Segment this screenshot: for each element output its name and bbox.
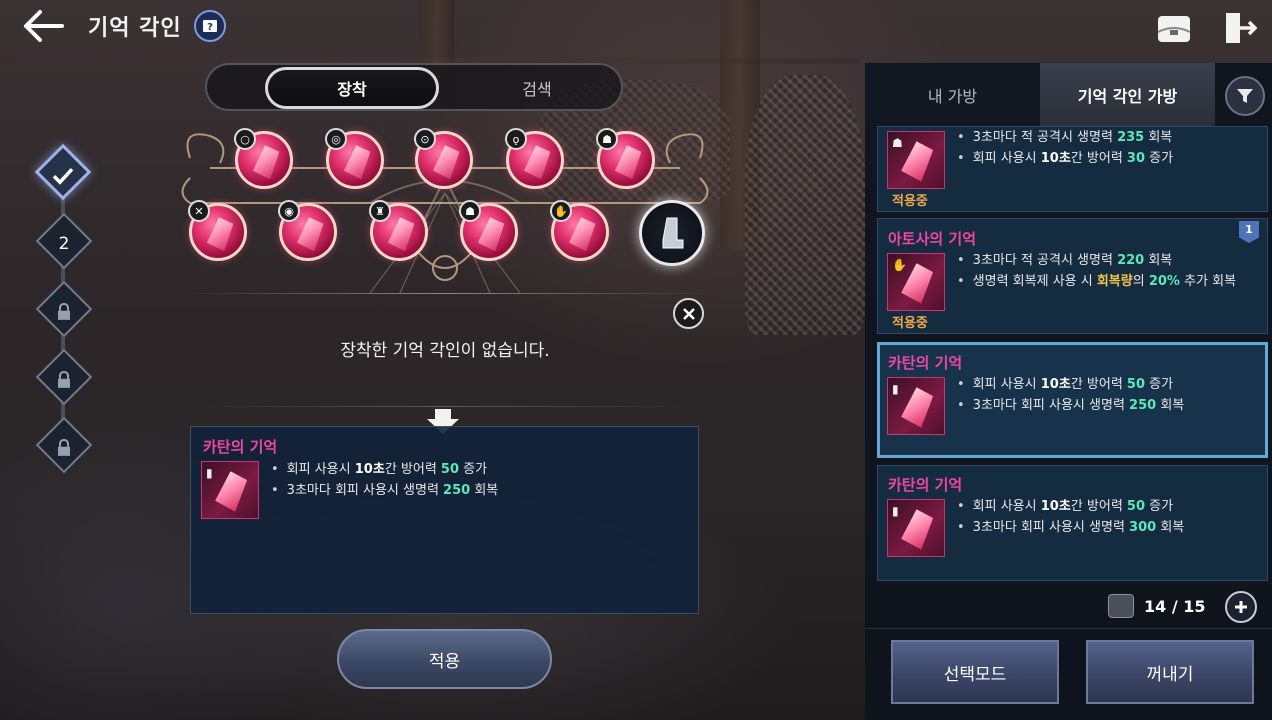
filter-button[interactable]: [1225, 76, 1265, 116]
divider: [865, 628, 1272, 629]
bracelet-icon: ⊙: [414, 128, 436, 150]
gauntlet-icon: ▮: [892, 504, 899, 518]
stage-2[interactable]: 2: [35, 212, 93, 270]
armor-icon: ♜: [369, 200, 391, 222]
effect-line: 회피 사용시 10초간 방어력 50 증가: [957, 374, 1184, 395]
lock-icon: [58, 438, 70, 456]
imprint-slot-weapon[interactable]: ✕: [188, 200, 247, 261]
stage-1-active[interactable]: [34, 143, 92, 201]
gauntlet-icon: ✋: [892, 258, 907, 272]
card-name: 카탄의 기억: [888, 354, 963, 372]
effect-line: 3초마다 회피 사용시 생명력 300 회복: [957, 517, 1185, 538]
stage-5-locked[interactable]: [35, 416, 93, 474]
tab-search[interactable]: 검색: [452, 67, 622, 109]
imprint-card[interactable]: 아토사의 기억 1 ✋ 적용중 3초마다 적 공격시 생명력 220 회복 생명…: [877, 218, 1268, 334]
stage-3-locked[interactable]: [35, 280, 93, 338]
effect-line: 3초마다 적 공격시 생명력 220 회복: [957, 250, 1236, 271]
tab-my-bag[interactable]: 내 가방: [865, 63, 1040, 126]
boots-icon: [662, 217, 684, 249]
imprint-item-icon: ✋: [887, 253, 945, 311]
imprint-slot-bracelet[interactable]: ⊙: [414, 128, 473, 189]
imprint-slot-boots-empty[interactable]: [639, 200, 705, 266]
level-badge: 1: [1239, 221, 1259, 243]
helmet-icon: ☗: [596, 128, 618, 150]
imprint-slot-gauntlet[interactable]: ✋: [550, 200, 609, 261]
background-basket: [745, 75, 865, 335]
lock-icon: [58, 370, 70, 388]
imprint-slot-necklace[interactable]: ◎: [325, 128, 384, 189]
imprint-card[interactable]: 카탄의 기억 ▮ 회피 사용시 10초간 방어력 50 증가 3초마다 회피 사…: [877, 465, 1268, 581]
tab-equip[interactable]: 장착: [265, 67, 439, 109]
ring-icon: ○: [234, 128, 256, 150]
plus-icon: [1235, 601, 1247, 613]
card-effects: 3초마다 적 공격시 생명력 235 회복 회피 사용시 10초간 방어력 30…: [957, 127, 1173, 169]
storage-box-icon[interactable]: [1154, 8, 1194, 48]
take-out-button[interactable]: 꺼내기: [1086, 640, 1254, 704]
effect-line: 생명력 회복제 사용 시 회복량의 20% 추가 회복: [957, 271, 1236, 292]
imprint-slot-helmet[interactable]: ☗: [596, 128, 655, 189]
bag-capacity: 14 / 15: [1108, 594, 1206, 618]
card-effects: 회피 사용시 10초간 방어력 50 증가 3초마다 회피 사용시 생명력 25…: [957, 374, 1185, 416]
detail-name: 카탄의 기억: [203, 438, 278, 456]
expand-capacity-button[interactable]: [1225, 591, 1257, 623]
effect-line: 3초마다 회피 사용시 생명력 250 회복: [271, 480, 499, 501]
imprint-card[interactable]: ☗ 적용중 3초마다 적 공격시 생명력 235 회복 회피 사용시 10초간 …: [877, 126, 1268, 212]
gauntlet-icon: ▮: [892, 382, 899, 396]
card-name: 카탄의 기억: [888, 476, 963, 494]
imprint-item-icon: ☗: [887, 131, 945, 189]
close-button[interactable]: [673, 298, 704, 329]
shield-icon: ◉: [278, 200, 300, 222]
imprint-slot-armor[interactable]: ♜: [369, 200, 428, 261]
imprint-slot-helm[interactable]: ☗: [459, 200, 518, 261]
back-arrow-icon[interactable]: [22, 8, 66, 44]
detail-effects: 회피 사용시 10초간 방어력 50 증가 3초마다 회피 사용시 생명력 25…: [271, 459, 499, 501]
selected-imprint-detail: 카탄의 기억 ▮ 회피 사용시 10초간 방어력 50 증가 3초마다 회피 사…: [190, 426, 699, 614]
imprint-slot-ring[interactable]: ○: [234, 128, 293, 189]
imprint-slot-earring[interactable]: ǫ: [505, 128, 564, 189]
equipped-status: 적용중: [892, 316, 928, 331]
exit-door-icon[interactable]: [1220, 8, 1260, 48]
equipped-status: 적용중: [892, 194, 928, 209]
effect-line: 3초마다 적 공격시 생명력 235 회복: [957, 127, 1173, 148]
divider: [180, 293, 710, 294]
imprint-item-icon: ▮: [201, 461, 259, 519]
page-title: 기억 각인: [88, 16, 182, 41]
checkmark-icon: [52, 168, 74, 185]
effect-line: 3초마다 회피 사용시 생명력 250 회복: [957, 395, 1185, 416]
card-effects: 3초마다 적 공격시 생명력 220 회복 생명력 회복제 사용 시 회복량의 …: [957, 250, 1236, 292]
stage-4-locked[interactable]: [35, 348, 93, 406]
sword-icon: ✕: [188, 200, 210, 222]
necklace-icon: ◎: [325, 128, 347, 150]
effect-line: 회피 사용시 10초간 방어력 30 증가: [957, 148, 1173, 169]
earring-icon: ǫ: [505, 128, 527, 150]
empty-equipped-message: 장착한 기억 각인이 없습니다.: [340, 341, 550, 361]
apply-button[interactable]: 적용: [337, 629, 552, 689]
card-name: 아토사의 기억: [888, 230, 977, 248]
helmet-icon: ☗: [459, 200, 481, 222]
bag-icon: [1108, 594, 1134, 618]
tab-imprint-bag[interactable]: 기억 각인 가방: [1040, 63, 1215, 126]
imprint-slot-shield[interactable]: ◉: [278, 200, 337, 261]
imprint-card-selected[interactable]: 카탄의 기억 ▮ 회피 사용시 10초간 방어력 50 증가 3초마다 회피 사…: [877, 342, 1268, 458]
imprint-item-icon: ▮: [887, 377, 945, 435]
effect-line: 회피 사용시 10초간 방어력 50 증가: [271, 459, 498, 480]
filter-icon: [1237, 89, 1253, 103]
gauntlet-icon: ✋: [550, 200, 572, 222]
effect-line: 회피 사용시 10초간 방어력 50 증가: [957, 496, 1184, 517]
select-mode-button[interactable]: 선택모드: [891, 640, 1059, 704]
lock-icon: [58, 302, 70, 320]
imprint-item-icon: ▮: [887, 499, 945, 557]
gauntlet-icon: ▮: [206, 466, 213, 480]
svg-text:?: ?: [207, 22, 213, 33]
close-icon: [682, 307, 695, 320]
helmet-icon: ☗: [892, 136, 903, 150]
capacity-count: 14 / 15: [1144, 596, 1206, 616]
help-book-icon[interactable]: ?: [194, 10, 226, 42]
card-effects: 회피 사용시 10초간 방어력 50 증가 3초마다 회피 사용시 생명력 30…: [957, 496, 1185, 538]
